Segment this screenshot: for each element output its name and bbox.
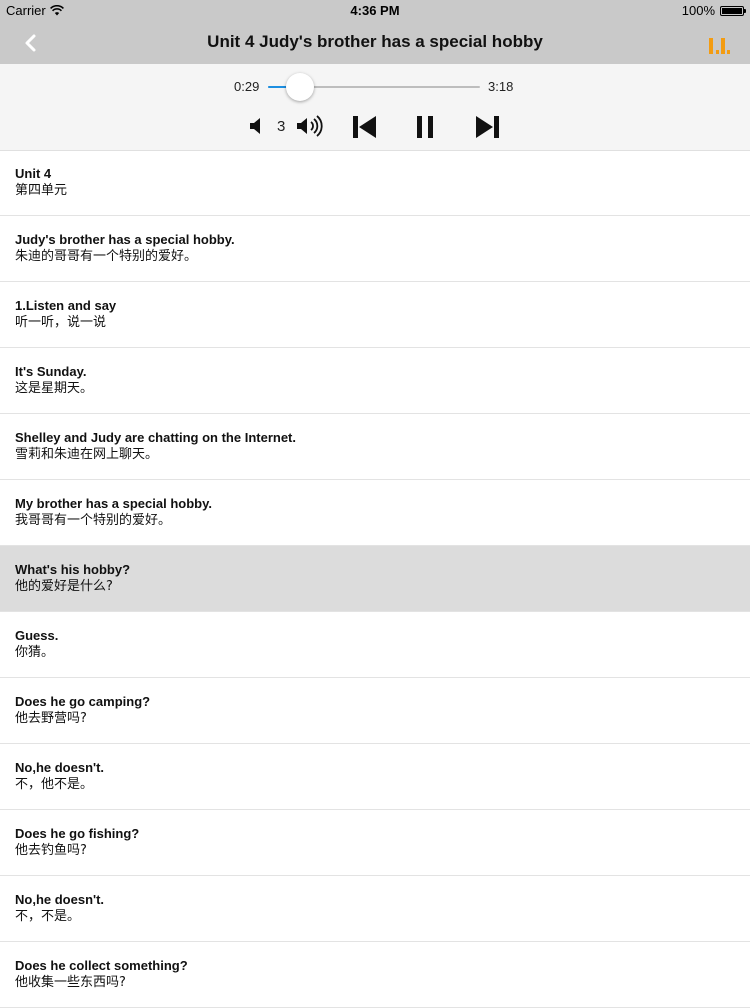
volume-down-button[interactable] (248, 116, 264, 136)
sentence-english: Unit 4 (15, 166, 52, 181)
audio-player: 0:29 3:18 3 (0, 64, 750, 151)
list-item[interactable]: My brother has a special hobby. 我哥哥有一个特别的… (0, 480, 750, 546)
battery-percent: 100% (681, 3, 715, 18)
previous-button[interactable] (350, 114, 378, 140)
list-item[interactable]: Does he go camping? 他去野营吗? (0, 678, 750, 744)
list-item[interactable]: 1.Listen and say 听一听，说一说 (0, 282, 750, 348)
sentence-english: Does he collect something? (15, 958, 188, 973)
sentence-english: No,he doesn't. (15, 892, 105, 907)
sentence-chinese: 不，不是。 (15, 909, 81, 924)
list-item[interactable]: It's Sunday. 这是星期天。 (0, 348, 750, 414)
speaker-icon (250, 118, 260, 134)
sentence-chinese: 你猜。 (15, 645, 55, 660)
pause-button[interactable] (414, 114, 436, 140)
bars-icon (709, 38, 730, 54)
sentence-chinese: 这是星期天。 (15, 381, 94, 396)
status-time: 4:36 PM (350, 3, 400, 18)
list-item[interactable]: Guess. 你猜。 (0, 612, 750, 678)
sentence-list: Unit 4 第四单元 Judy's brother has a special … (0, 150, 750, 1008)
sentence-english: Guess. (15, 628, 59, 643)
sentence-english: Does he go camping? (15, 694, 151, 709)
playlist-button[interactable] (706, 32, 732, 56)
sentence-english: 1.Listen and say (15, 298, 117, 313)
sentence-chinese: 他收集一些东西吗? (15, 975, 126, 990)
sentence-english: My brother has a special hobby. (15, 496, 212, 511)
list-item[interactable]: No,he doesn't. 不，不是。 (0, 876, 750, 942)
list-item[interactable]: Judy's brother has a special hobby. 朱迪的哥哥… (0, 216, 750, 282)
sentence-chinese: 他的爱好是什么? (15, 579, 113, 594)
sentence-chinese: 雪莉和朱迪在网上聊天。 (15, 447, 159, 462)
nav-bar: Unit 4 Judy's brother has a special hobb… (0, 22, 750, 64)
current-time: 0:29 (234, 79, 260, 94)
list-item[interactable]: Unit 4 第四单元 (0, 150, 750, 216)
progress-slider[interactable] (268, 73, 480, 101)
list-item[interactable]: Does he collect something? 他收集一些东西吗? (0, 942, 750, 1008)
list-item[interactable]: Does he go fishing? 他去钓鱼吗? (0, 810, 750, 876)
battery-icon (720, 5, 746, 16)
sentence-chinese: 听一听，说一说 (15, 315, 107, 330)
total-time: 3:18 (488, 79, 514, 94)
sentence-english: Does he go fishing? (15, 826, 140, 841)
pause-icon (417, 116, 433, 138)
sentence-english: What's his hobby? (15, 562, 131, 577)
sentence-english: It's Sunday. (15, 364, 87, 379)
volume-level: 3 (277, 118, 286, 135)
sentence-chinese: 他去钓鱼吗? (15, 843, 87, 858)
sentence-english: Judy's brother has a special hobby. (15, 232, 235, 247)
list-item[interactable]: What's his hobby? 他的爱好是什么? (0, 546, 750, 612)
sentence-chinese: 朱迪的哥哥有一个特别的爱好。 (15, 249, 198, 264)
speaker-loud-icon (297, 115, 323, 137)
status-right: 100% (681, 3, 746, 18)
page-title: Unit 4 Judy's brother has a special hobb… (207, 32, 543, 51)
sentence-english: Shelley and Judy are chatting on the Int… (15, 430, 296, 445)
progress-thumb[interactable] (285, 73, 314, 101)
sentence-english: No,he doesn't. (15, 760, 105, 775)
sentence-chinese: 他去野营吗? (15, 711, 87, 726)
sentence-chinese: 我哥哥有一个特别的爱好。 (15, 513, 172, 528)
list-item[interactable]: No,he doesn't. 不，他不是。 (0, 744, 750, 810)
list-item[interactable]: Shelley and Judy are chatting on the Int… (0, 414, 750, 480)
skip-forward-icon (476, 116, 499, 138)
skip-back-icon (353, 116, 376, 138)
sentence-chinese: 第四单元 (15, 183, 68, 198)
next-button[interactable] (474, 114, 502, 140)
sentence-chinese: 不，他不是。 (15, 777, 94, 792)
status-bar: Carrier 4:36 PM 100% (0, 0, 750, 22)
volume-up-button[interactable] (295, 114, 325, 138)
